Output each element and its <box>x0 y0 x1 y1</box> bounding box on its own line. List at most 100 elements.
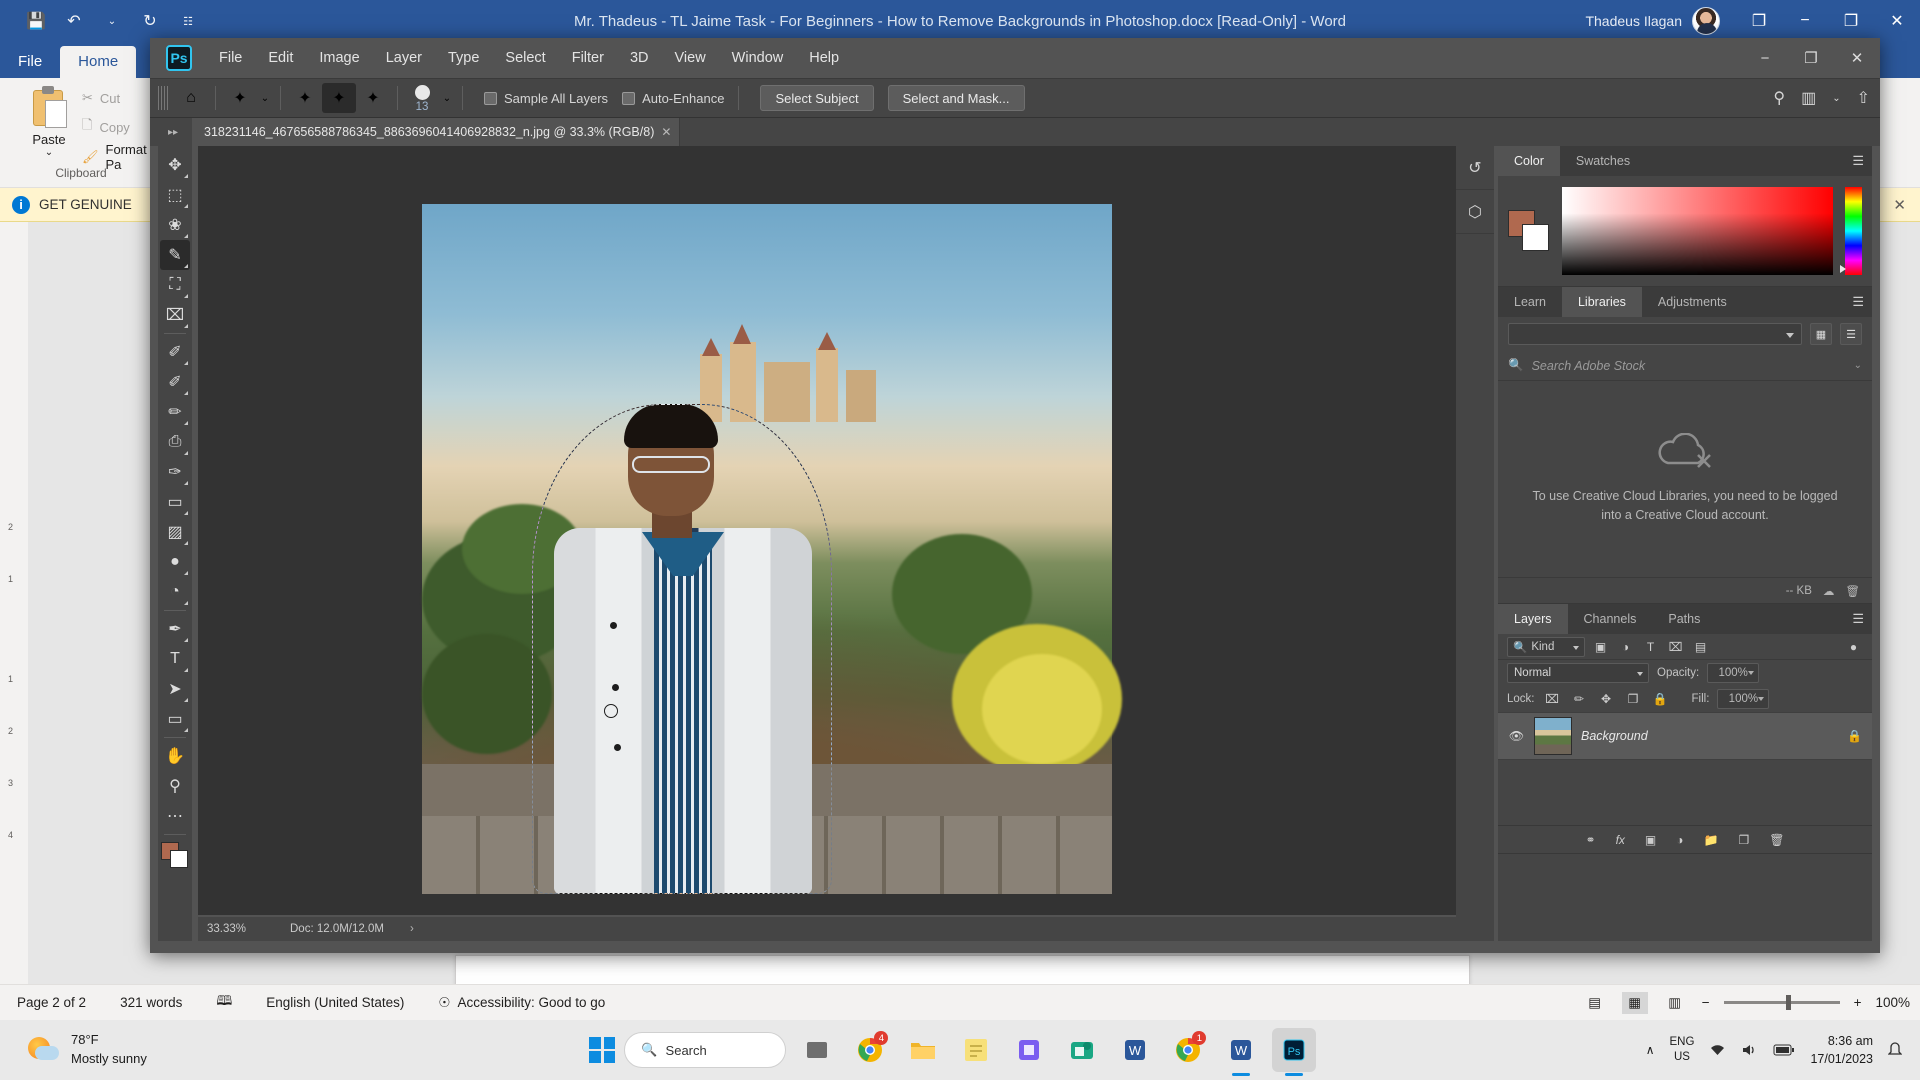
close-icon[interactable]: ✕ <box>1874 0 1920 42</box>
layer-visibility-icon[interactable]: 👁 <box>1508 729 1525 743</box>
menu-3d[interactable]: 3D <box>617 38 662 78</box>
layer-mask-icon[interactable]: ▣ <box>1645 833 1656 847</box>
auto-enhance-checkbox[interactable]: Auto-Enhance <box>622 91 724 106</box>
blur-tool[interactable]: ● <box>160 547 190 577</box>
google-chrome-app[interactable]: 4 <box>848 1028 892 1072</box>
grid-view-icon[interactable]: ▦ <box>1810 323 1832 345</box>
panel-menu-icon[interactable]: ☰ <box>1852 294 1864 310</box>
google-chrome-second-app[interactable]: 1 <box>1166 1028 1210 1072</box>
menu-select[interactable]: Select <box>492 38 558 78</box>
weather-widget[interactable]: 78°F Mostly sunny <box>0 1031 260 1069</box>
restore-icon[interactable]: ❐ <box>1828 0 1874 42</box>
ribbon-display-options-icon[interactable]: ❐ <box>1736 0 1782 42</box>
menu-view[interactable]: View <box>662 38 719 78</box>
3d-panel-icon[interactable]: ⬡ <box>1456 190 1494 234</box>
tool-preset-dropdown-icon[interactable]: ⌄ <box>257 83 273 113</box>
rectangle-tool[interactable]: ▭ <box>160 704 190 734</box>
history-brush-tool[interactable]: ✑ <box>160 457 190 487</box>
zoom-in-button[interactable]: + <box>1854 995 1862 1010</box>
lock-position-icon[interactable]: ✥ <box>1597 690 1616 709</box>
accessibility-status[interactable]: ☉ Accessibility: Good to go <box>421 995 622 1011</box>
print-layout-view-icon[interactable]: ▦ <box>1621 991 1648 1014</box>
sticky-notes-app[interactable] <box>954 1028 998 1072</box>
start-button[interactable] <box>589 1037 616 1063</box>
tab-channels[interactable]: Channels <box>1568 604 1653 634</box>
new-group-icon[interactable]: 📁 <box>1704 833 1719 847</box>
brush-tool[interactable]: ✏ <box>160 397 190 427</box>
menu-file[interactable]: File <box>206 38 255 78</box>
color-ramp[interactable] <box>1562 187 1833 275</box>
word-webapp[interactable]: W <box>1113 1028 1157 1072</box>
layer-style-icon[interactable]: fx <box>1616 833 1625 847</box>
close-icon[interactable]: ✕ <box>1834 38 1880 78</box>
dodge-tool[interactable]: ◔ <box>160 577 190 607</box>
hand-tool[interactable]: ✋ <box>160 741 190 771</box>
opacity-input[interactable]: 100% <box>1707 663 1760 683</box>
language-indicator[interactable]: English (United States) <box>249 995 421 1010</box>
color-swatches[interactable] <box>1508 210 1550 252</box>
delete-layer-icon[interactable]: 🗑 <box>1769 833 1784 847</box>
blend-mode-dropdown[interactable]: Normal <box>1507 663 1649 683</box>
crop-tool[interactable]: ⛶ <box>160 270 190 300</box>
new-layer-icon[interactable]: ❐ <box>1738 833 1749 847</box>
panel-menu-icon[interactable]: ☰ <box>1852 611 1864 627</box>
menu-filter[interactable]: Filter <box>559 38 617 78</box>
person-selection-area[interactable] <box>532 404 832 894</box>
horizontal-type-tool[interactable]: T <box>160 644 190 674</box>
chevron-down-icon[interactable]: ⌄ <box>1854 360 1862 371</box>
photoshop-canvas[interactable] <box>198 146 1494 915</box>
sample-all-layers-checkbox[interactable]: Sample All Layers <box>484 91 608 106</box>
cut-button[interactable]: ✂ Cut <box>82 90 120 106</box>
wifi-icon[interactable] <box>1709 1043 1726 1057</box>
select-subject-button[interactable]: Select Subject <box>760 85 874 111</box>
avatar[interactable] <box>1692 7 1720 35</box>
zoom-tool[interactable]: ⚲ <box>160 771 190 801</box>
paste-button[interactable]: Paste ⌄ <box>20 86 78 158</box>
volume-icon[interactable] <box>1741 1043 1758 1057</box>
tab-libraries[interactable]: Libraries <box>1561 287 1642 317</box>
arrange-documents-icon[interactable]: ▥ <box>1801 88 1816 108</box>
undo-icon[interactable]: ↶ <box>62 9 86 33</box>
tab-color[interactable]: Color <box>1498 146 1560 176</box>
brush-dropdown-icon[interactable]: ⌄ <box>439 83 455 113</box>
search-input[interactable]: 🔍 Search <box>624 1032 787 1068</box>
subtract-from-selection-icon[interactable]: ✦ <box>356 83 390 113</box>
tab-file[interactable]: File <box>0 46 60 78</box>
pen-tool[interactable]: ✒ <box>160 614 190 644</box>
clock[interactable]: 8:36 am 17/01/2023 <box>1810 1032 1873 1068</box>
status-bar-menu-icon[interactable]: › <box>410 923 414 935</box>
quick-selection-tool-preset-icon[interactable]: ✦ <box>223 83 257 113</box>
filter-toggle-icon[interactable]: ● <box>1844 637 1863 656</box>
fill-input[interactable]: 100% <box>1717 689 1770 709</box>
microsoft-word-app[interactable]: W <box>1219 1028 1263 1072</box>
menu-edit[interactable]: Edit <box>255 38 306 78</box>
layer-filter-kind-dropdown[interactable]: 🔍 Kind <box>1507 636 1585 657</box>
language-indicator[interactable]: ENG US <box>1670 1035 1695 1065</box>
web-layout-view-icon[interactable]: ▥ <box>1662 992 1688 1014</box>
undo-dropdown-icon[interactable]: ⌄ <box>100 9 124 33</box>
close-icon[interactable]: ✕ <box>1893 196 1906 214</box>
collapse-panel-icon[interactable]: ▸▸ <box>158 118 188 146</box>
lock-all-icon[interactable]: 🔒 <box>1651 690 1670 709</box>
menu-image[interactable]: Image <box>306 38 372 78</box>
frame-tool[interactable]: ⌧ <box>160 300 190 330</box>
tab-home[interactable]: Home <box>60 46 137 78</box>
new-selection-icon[interactable]: ✦ <box>288 83 322 113</box>
lock-artboard-nesting-icon[interactable]: ❐ <box>1624 690 1643 709</box>
background-color-swatch[interactable] <box>170 850 188 868</box>
cloud-sync-icon[interactable]: ☁ <box>1823 584 1835 598</box>
brush-size-picker[interactable]: 13 <box>405 83 439 113</box>
save-icon[interactable]: 💾 <box>24 9 48 33</box>
hue-slider[interactable] <box>1840 187 1862 275</box>
zoom-percent[interactable]: 100% <box>1875 995 1910 1010</box>
task-view-button[interactable] <box>795 1028 839 1072</box>
filter-type-layers-icon[interactable]: T <box>1641 637 1660 656</box>
menu-window[interactable]: Window <box>719 38 797 78</box>
zoom-out-button[interactable]: − <box>1702 995 1710 1010</box>
tray-overflow-icon[interactable]: ∧ <box>1646 1043 1655 1057</box>
microsoft-teams-app[interactable] <box>1060 1028 1104 1072</box>
history-panel-icon[interactable]: ↺ <box>1456 146 1494 190</box>
edit-toolbar-tool[interactable]: ⋯ <box>160 801 190 831</box>
lasso-tool[interactable]: ❀ <box>160 210 190 240</box>
delete-icon[interactable]: 🗑 <box>1845 584 1860 598</box>
